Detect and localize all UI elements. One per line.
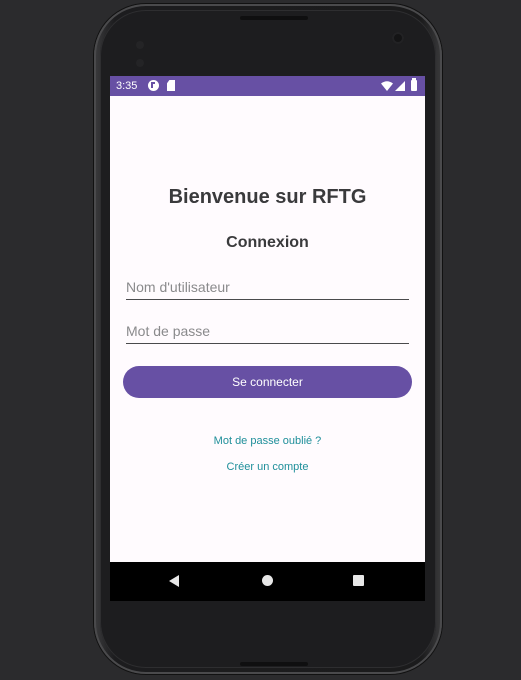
earpiece-speaker <box>240 16 308 20</box>
create-account-link[interactable]: Créer un compte <box>110 461 425 473</box>
sd-card-icon <box>167 80 175 91</box>
status-bar: 3:35 <box>110 76 425 96</box>
app-screen: 3:35 Bienvenue sur RFTG Connexion Se con… <box>110 76 425 601</box>
status-time: 3:35 <box>116 80 138 92</box>
password-input[interactable] <box>126 319 409 344</box>
front-camera-icon <box>392 32 404 44</box>
cell-signal-icon <box>395 81 405 91</box>
page-subtitle: Connexion <box>226 234 309 251</box>
navigation-bar <box>110 562 425 601</box>
forgot-password-link[interactable]: Mot de passe oublié ? <box>110 435 425 447</box>
wifi-icon <box>381 81 393 91</box>
back-icon[interactable] <box>169 575 179 587</box>
recent-apps-icon[interactable] <box>353 575 364 586</box>
page-title: Bienvenue sur RFTG <box>168 186 367 208</box>
home-icon[interactable] <box>262 575 273 586</box>
battery-icon <box>411 78 417 91</box>
login-button[interactable]: Se connecter <box>123 366 412 398</box>
proximity-sensors <box>136 36 158 67</box>
username-input[interactable] <box>126 275 409 300</box>
app-notification-icon <box>148 80 159 91</box>
bottom-speaker <box>240 662 308 666</box>
